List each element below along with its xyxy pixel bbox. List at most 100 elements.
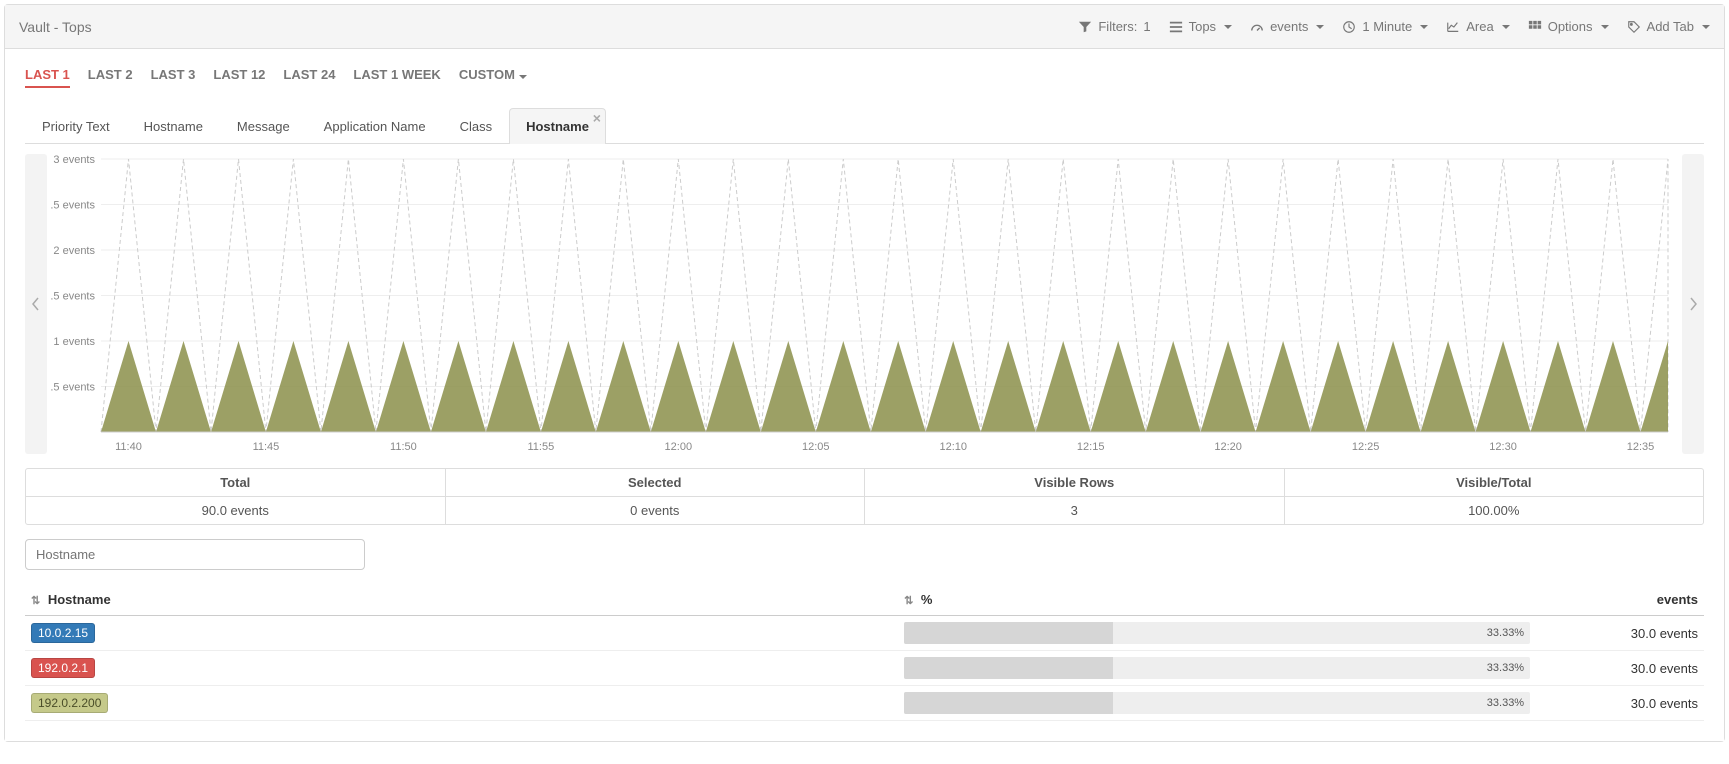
caret-down-icon	[1702, 25, 1710, 29]
field-tab-hostname[interactable]: Hostname×	[509, 108, 606, 144]
summary-head: Visible/Total	[1285, 469, 1704, 497]
percent-cell: 33.33%	[898, 616, 1536, 651]
close-icon[interactable]: ×	[593, 111, 601, 125]
summary-value: 100.00%	[1285, 497, 1704, 524]
svg-text:12:35: 12:35	[1627, 441, 1655, 453]
time-range-last-1-week[interactable]: LAST 1 WEEK	[353, 67, 440, 88]
svg-text:1.5 events: 1.5 events	[51, 291, 95, 303]
hostname-filter-input[interactable]	[25, 539, 365, 570]
caret-down-icon	[1224, 25, 1232, 29]
svg-text:12:00: 12:00	[665, 441, 693, 453]
chart-prev-button[interactable]	[25, 154, 47, 454]
host-badge[interactable]: 192.0.2.200	[31, 693, 108, 713]
table-row[interactable]: 192.0.2.1 33.33%30.0 events	[25, 651, 1704, 686]
percent-cell: 33.33%	[898, 686, 1536, 721]
grid-icon	[1528, 20, 1542, 34]
time-range-group: LAST 1 LAST 2 LAST 3 LAST 12 LAST 24 LAST 1 W…	[25, 49, 1704, 98]
sort-icon: ⇅	[904, 594, 913, 607]
percent-cell: 33.33%	[898, 651, 1536, 686]
filters-button[interactable]: Filters: 1	[1078, 19, 1150, 34]
hostname-cell: 192.0.2.1	[25, 651, 898, 686]
summary-cell: Visible Rows3	[865, 469, 1285, 524]
page-title: Vault - Tops	[19, 19, 92, 35]
field-tab-application-name[interactable]: Application Name	[307, 108, 443, 144]
svg-text:12:30: 12:30	[1489, 441, 1517, 453]
table-row[interactable]: 192.0.2.200 33.33%30.0 events	[25, 686, 1704, 721]
interval-dropdown[interactable]: 1 Minute	[1342, 19, 1428, 34]
clock-icon	[1342, 20, 1356, 34]
header-toolbar: Filters: 1 Tops events	[1078, 19, 1710, 34]
svg-text:11:55: 11:55	[528, 441, 555, 453]
field-tab-priority-text[interactable]: Priority Text	[25, 108, 127, 144]
tag-icon	[1627, 20, 1641, 34]
view-dropdown[interactable]: Tops	[1169, 19, 1232, 34]
summary-value: 90.0 events	[26, 497, 445, 524]
time-range-last-12[interactable]: LAST 12	[213, 67, 265, 88]
summary-cell: Visible/Total100.00%	[1285, 469, 1704, 524]
filters-count: 1	[1143, 19, 1150, 34]
gauge-icon	[1250, 20, 1264, 34]
svg-text:12:15: 12:15	[1077, 441, 1105, 453]
summary-head: Visible Rows	[865, 469, 1284, 497]
chart-area[interactable]: 0.5 events 1 events 1.5 events 2 events 2.5 …	[51, 154, 1678, 454]
summary-cell: Selected0 events	[446, 469, 866, 524]
chart-wrap: 0.5 events 1 events 1.5 events 2 events 2.5 …	[25, 154, 1704, 454]
sort-icon: ⇅	[31, 594, 40, 607]
list-icon	[1169, 20, 1183, 34]
field-tab-group: Priority TextHostnameMessageApplication …	[25, 108, 1704, 144]
svg-text:3 events: 3 events	[53, 154, 95, 166]
svg-text:2.5 events: 2.5 events	[51, 200, 95, 212]
chart-next-button[interactable]	[1682, 154, 1704, 454]
svg-text:12:20: 12:20	[1214, 441, 1242, 453]
time-range-last-3[interactable]: LAST 3	[151, 67, 196, 88]
table-row[interactable]: 10.0.2.15 33.33%30.0 events	[25, 616, 1704, 651]
events-cell: 30.0 events	[1536, 686, 1704, 721]
caret-down-icon	[1601, 25, 1609, 29]
main-panel: Vault - Tops Filters: 1 Tops	[4, 4, 1725, 742]
panel-body: LAST 1 LAST 2 LAST 3 LAST 12 LAST 24 LAST 1 W…	[5, 49, 1724, 741]
field-tab-message[interactable]: Message	[220, 108, 307, 144]
add-tab-button[interactable]: Add Tab	[1627, 19, 1710, 34]
svg-text:11:40: 11:40	[115, 441, 142, 453]
svg-text:0.5 events: 0.5 events	[51, 382, 95, 394]
svg-text:1 events: 1 events	[53, 336, 95, 348]
summary-value: 3	[865, 497, 1284, 524]
svg-text:11:45: 11:45	[253, 441, 280, 453]
time-range-last-1[interactable]: LAST 1	[25, 67, 70, 88]
col-percent-header[interactable]: ⇅ %	[898, 584, 1536, 616]
svg-text:2 events: 2 events	[53, 245, 95, 257]
results-table: ⇅ Hostname ⇅ % events 10.0.2.15 33.33%30.…	[25, 584, 1704, 721]
filters-label: Filters:	[1098, 19, 1137, 34]
time-range-last-2[interactable]: LAST 2	[88, 67, 133, 88]
hostname-cell: 192.0.2.200	[25, 686, 898, 721]
hostname-cell: 10.0.2.15	[25, 616, 898, 651]
svg-text:12:05: 12:05	[802, 441, 830, 453]
host-badge[interactable]: 10.0.2.15	[31, 623, 95, 643]
events-cell: 30.0 events	[1536, 651, 1704, 686]
events-cell: 30.0 events	[1536, 616, 1704, 651]
caret-down-icon	[519, 75, 527, 79]
svg-text:12:25: 12:25	[1352, 441, 1380, 453]
charttype-dropdown[interactable]: Area	[1446, 19, 1509, 34]
svg-text:11:50: 11:50	[390, 441, 417, 453]
svg-text:12:10: 12:10	[939, 441, 967, 453]
col-events-header[interactable]: events	[1536, 584, 1704, 616]
summary-cell: Total90.0 events	[26, 469, 446, 524]
col-hostname-header[interactable]: ⇅ Hostname	[25, 584, 898, 616]
caret-down-icon	[1316, 25, 1324, 29]
field-tab-hostname[interactable]: Hostname	[127, 108, 220, 144]
summary-strip: Total90.0 eventsSelected0 eventsVisible …	[25, 468, 1704, 525]
metric-dropdown[interactable]: events	[1250, 19, 1324, 34]
summary-head: Selected	[446, 469, 865, 497]
summary-value: 0 events	[446, 497, 865, 524]
caret-down-icon	[1420, 25, 1428, 29]
filter-icon	[1078, 20, 1092, 34]
time-range-last-24[interactable]: LAST 24	[283, 67, 335, 88]
summary-head: Total	[26, 469, 445, 497]
area-chart-icon	[1446, 20, 1460, 34]
host-badge[interactable]: 192.0.2.1	[31, 658, 95, 678]
options-dropdown[interactable]: Options	[1528, 19, 1609, 34]
time-range-custom[interactable]: CUSTOM	[459, 67, 527, 88]
caret-down-icon	[1502, 25, 1510, 29]
field-tab-class[interactable]: Class	[443, 108, 510, 144]
